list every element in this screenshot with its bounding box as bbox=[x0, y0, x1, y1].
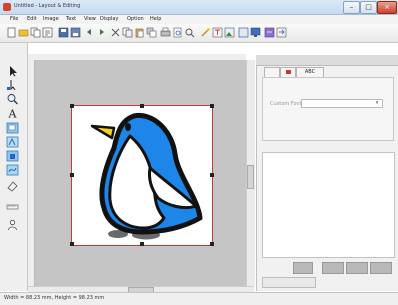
print-icon[interactable] bbox=[160, 27, 171, 38]
selection-handle[interactable] bbox=[210, 242, 214, 246]
vertical-ruler bbox=[28, 60, 35, 286]
panel-button-2[interactable] bbox=[322, 262, 344, 274]
image-icon[interactable] bbox=[224, 27, 235, 38]
menu-option[interactable]: Option bbox=[127, 16, 144, 22]
panel-button-1[interactable] bbox=[293, 262, 313, 274]
selection-handle[interactable] bbox=[70, 173, 74, 177]
template-icon[interactable] bbox=[42, 27, 53, 38]
menu-image[interactable]: Image bbox=[43, 16, 59, 22]
chevron-down-icon[interactable]: ▾ bbox=[374, 100, 380, 106]
menu-help[interactable]: Help bbox=[150, 16, 161, 22]
selection-handle[interactable] bbox=[70, 104, 74, 108]
menu-file[interactable]: File bbox=[10, 16, 18, 22]
minimize-button[interactable]: – bbox=[343, 1, 360, 14]
selection-handle[interactable] bbox=[140, 242, 144, 246]
magic-wand-icon[interactable] bbox=[200, 27, 211, 38]
font-label: Custom Font bbox=[270, 101, 302, 107]
wizard-icon[interactable] bbox=[30, 27, 41, 38]
fill-tool-icon[interactable] bbox=[6, 150, 19, 162]
stitch-tool-icon[interactable] bbox=[6, 164, 19, 176]
vertical-scroll-thumb[interactable] bbox=[247, 165, 254, 189]
selection-handle[interactable] bbox=[140, 104, 144, 108]
color-swatch-icon bbox=[285, 69, 291, 74]
selection-handle[interactable] bbox=[210, 104, 214, 108]
cut-icon[interactable] bbox=[110, 27, 121, 38]
undo-icon[interactable] bbox=[84, 27, 95, 38]
image-edit-icon[interactable] bbox=[238, 27, 249, 38]
panel-button-3[interactable] bbox=[346, 262, 368, 274]
window-title: Untitled - Layout & Editing bbox=[14, 3, 81, 9]
tab-content bbox=[262, 77, 394, 141]
selection-handle[interactable] bbox=[70, 242, 74, 246]
zoom-tool-icon[interactable] bbox=[6, 93, 19, 105]
menu-display[interactable]: Display bbox=[100, 16, 118, 22]
panel-header bbox=[256, 55, 398, 66]
redo-icon[interactable] bbox=[96, 27, 107, 38]
menu-text[interactable]: Text bbox=[66, 16, 76, 22]
zoom-icon[interactable] bbox=[184, 27, 195, 38]
text-tool-icon[interactable]: A bbox=[6, 107, 19, 120]
preview-icon[interactable] bbox=[172, 27, 183, 38]
close-button[interactable]: × bbox=[377, 1, 397, 14]
save-icon[interactable] bbox=[58, 27, 69, 38]
select-arrow-icon[interactable] bbox=[6, 65, 19, 77]
maximize-button[interactable]: □ bbox=[360, 1, 377, 14]
object-list[interactable] bbox=[262, 152, 395, 258]
menu-edit[interactable]: Edit bbox=[27, 16, 37, 22]
app-icon bbox=[3, 3, 11, 11]
toolbar bbox=[0, 24, 398, 43]
menu-view[interactable]: View bbox=[84, 16, 96, 22]
selection-handle[interactable] bbox=[210, 173, 214, 177]
measure-icon[interactable] bbox=[6, 201, 19, 213]
point-edit-icon[interactable] bbox=[6, 79, 19, 91]
menu-bar: File Edit Image Text View Display Option… bbox=[0, 15, 398, 24]
penguin-image[interactable] bbox=[72, 106, 212, 245]
person-icon[interactable] bbox=[6, 219, 19, 231]
outline-tool-icon[interactable] bbox=[6, 136, 19, 148]
copy-icon[interactable] bbox=[122, 27, 133, 38]
svg-text:A: A bbox=[8, 108, 18, 120]
font-select[interactable] bbox=[301, 99, 383, 108]
paste-icon[interactable] bbox=[134, 27, 145, 38]
screen-icon[interactable] bbox=[250, 27, 261, 38]
eraser-icon[interactable] bbox=[6, 180, 19, 192]
duplicate-icon[interactable] bbox=[146, 27, 157, 38]
open-folder-icon[interactable] bbox=[18, 27, 29, 38]
save-as-icon[interactable] bbox=[70, 27, 81, 38]
stitch-icon[interactable] bbox=[264, 27, 275, 38]
transfer-icon[interactable] bbox=[276, 27, 287, 38]
panel-tabs: ABC bbox=[262, 67, 394, 78]
text-tool-icon[interactable] bbox=[212, 27, 223, 38]
status-dimensions: Width = 88.23 mm, Height = 98.23 mm bbox=[4, 295, 105, 301]
new-file-icon[interactable] bbox=[6, 27, 17, 38]
tool-palette: A bbox=[0, 43, 28, 291]
panel-wide-button[interactable] bbox=[262, 277, 316, 288]
shape-tool-icon[interactable] bbox=[6, 122, 19, 134]
panel-button-4[interactable] bbox=[370, 262, 392, 274]
design-page[interactable] bbox=[70, 104, 214, 246]
